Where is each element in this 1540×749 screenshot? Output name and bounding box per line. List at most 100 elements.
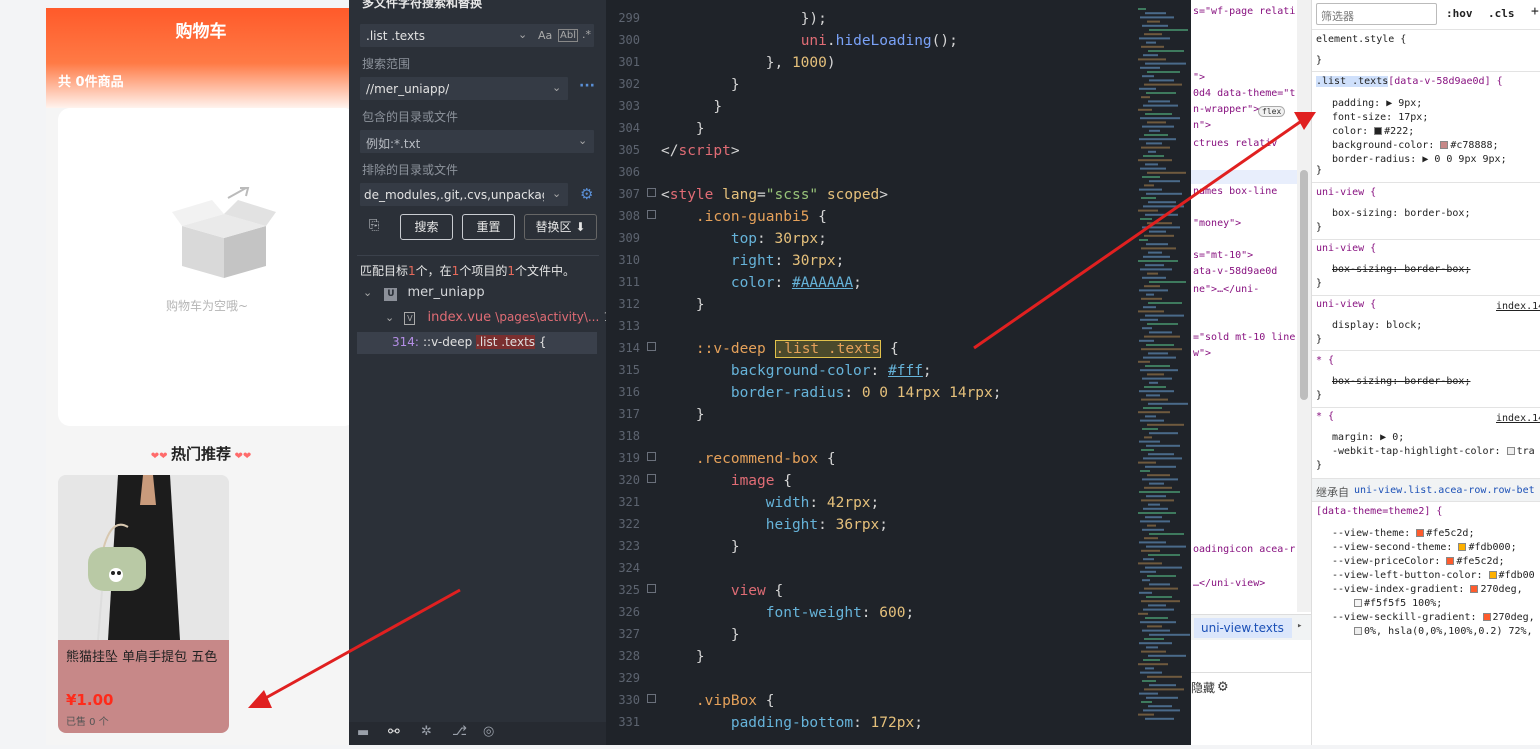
box-sizing-prop-overridden[interactable]: box-sizing: border-box; (1332, 376, 1470, 387)
folder-icon[interactable]: ▬ (357, 725, 369, 740)
css-variable[interactable]: 0%, hsla(0,0%,100%,0.2) 72%, (1332, 625, 1535, 639)
inherited-from-link[interactable]: uni-view.list.acea-row.row-bet (1354, 485, 1535, 496)
margin-prop[interactable]: margin: ▶ 0; (1332, 432, 1404, 443)
filter-input[interactable]: 筛选器 (1316, 3, 1437, 25)
flex-badge[interactable]: flex (1258, 106, 1286, 117)
regex-icon[interactable]: .* (582, 28, 591, 41)
styles-panel[interactable]: 筛选器 :hov .cls + element.style { } .list … (1311, 0, 1540, 745)
code-line[interactable]: 306 (606, 162, 1134, 184)
code-editor[interactable]: 299 }); 300 uni.hideLoading(); 301 }, 1000… (606, 0, 1134, 745)
tap-highlight-prop[interactable]: -webkit-tap-highlight-color: tra (1332, 446, 1535, 457)
code-line[interactable]: 325 view { (606, 580, 1134, 602)
color-swatch[interactable] (1374, 127, 1383, 135)
style-prop[interactable]: font-size: 17px; (1332, 111, 1507, 125)
hov-toggle[interactable]: :hov (1446, 7, 1473, 20)
style-prop[interactable]: padding: ▶ 9px; (1332, 97, 1507, 111)
code-line[interactable]: 328 } (606, 646, 1134, 668)
code-line[interactable]: 311 color: #AAAAAA; (606, 272, 1134, 294)
search-button[interactable]: 搜索 (400, 214, 453, 240)
bug-icon[interactable]: ✲ (421, 724, 432, 739)
product-card[interactable]: 熊猫挂坠 单肩手提包 五色 ¥1.00 已售 0 个 (58, 475, 229, 733)
dom-node-line[interactable]: n"> (1193, 120, 1211, 131)
uni-view-rule[interactable]: uni-view { (1316, 187, 1376, 198)
code-line[interactable]: 302 } (606, 74, 1134, 96)
color-swatch[interactable] (1506, 447, 1515, 455)
tree-file-node[interactable]: ⌄ V index.vue \pages\activity\... 1 (385, 310, 611, 328)
fold-icon[interactable] (647, 474, 656, 483)
code-line[interactable]: 316 border-radius: 0 0 14rpx 14rpx; (606, 382, 1134, 404)
dom-node-line[interactable]: n-wrapper"> (1193, 104, 1259, 115)
fold-icon[interactable] (647, 342, 656, 351)
matched-rule-selector[interactable]: .list .texts[data-v-58d9ae0d] { (1316, 76, 1503, 87)
code-line[interactable]: 318 (606, 426, 1134, 448)
plugin-icon[interactable]: ◎ (483, 724, 494, 739)
chevron-right-icon[interactable]: ▸ (1297, 621, 1302, 631)
cls-toggle[interactable]: .cls (1488, 7, 1515, 20)
dom-node-line[interactable]: s="mt-10"> (1193, 250, 1253, 261)
code-line[interactable]: 301 }, 1000) (606, 52, 1134, 74)
uni-view-rule[interactable]: uni-view { (1316, 243, 1376, 254)
code-line[interactable]: 320 image { (606, 470, 1134, 492)
code-line[interactable]: 327 } (606, 624, 1134, 646)
color-swatch[interactable] (1470, 585, 1479, 593)
replace-area-button[interactable]: 替换区 ⬇ (524, 214, 597, 240)
source-link[interactable]: index.14 (1496, 413, 1540, 424)
dom-node-line[interactable]: w"> (1193, 348, 1211, 359)
uni-view-rule[interactable]: uni-view { (1316, 299, 1376, 310)
color-swatch[interactable] (1482, 613, 1491, 621)
css-variable[interactable]: --view-theme: #fe5c2d; (1332, 527, 1535, 541)
code-line[interactable]: 314 ::v-deep .list .texts { (606, 338, 1134, 360)
color-swatch[interactable] (1354, 599, 1362, 607)
css-variable[interactable]: --view-second-theme: #fdb000; (1332, 541, 1535, 555)
code-line[interactable]: 319 .recommend-box { (606, 448, 1134, 470)
color-swatch[interactable] (1458, 543, 1467, 551)
style-prop[interactable]: border-radius: ▶ 0 0 9px 9px; (1332, 153, 1507, 167)
tree-project-node[interactable]: ⌄ U mer_uniapp (363, 285, 485, 303)
source-link[interactable]: index.14 (1496, 301, 1540, 312)
dom-node-line[interactable]: "money"> (1193, 218, 1241, 229)
match-result-row[interactable]: 314: ::v-deep .list .texts { (357, 332, 597, 354)
reset-button[interactable]: 重置 (462, 214, 515, 240)
minimap[interactable] (1134, 0, 1191, 745)
css-variable[interactable]: --view-priceColor: #fe5c2d; (1332, 555, 1535, 569)
code-line[interactable]: 315 background-color: #fff; (606, 360, 1134, 382)
code-line[interactable]: 330 .vipBox { (606, 690, 1134, 712)
fold-icon[interactable] (647, 584, 656, 593)
color-swatch[interactable] (1488, 571, 1497, 579)
color-swatch[interactable] (1440, 141, 1449, 149)
code-line[interactable]: 329 (606, 668, 1134, 690)
code-line[interactable]: 300 uni.hideLoading(); (606, 30, 1134, 52)
git-icon[interactable]: ⎇ (452, 724, 467, 739)
scrollbar-thumb[interactable] (1300, 170, 1308, 400)
code-line[interactable]: 307 <style lang="scss" scoped> (606, 184, 1134, 206)
fold-icon[interactable] (647, 694, 656, 703)
color-swatch[interactable] (1354, 627, 1362, 635)
whole-word-icon[interactable]: Abl (558, 29, 578, 42)
code-line[interactable]: 322 height: 36rpx; (606, 514, 1134, 536)
code-line[interactable]: 317 } (606, 404, 1134, 426)
fold-icon[interactable] (647, 452, 656, 461)
css-variable[interactable]: #f5f5f5 100%; (1332, 597, 1535, 611)
code-line[interactable]: 310 right: 30rpx; (606, 250, 1134, 272)
chevron-down-icon[interactable]: ⌄ (518, 28, 527, 41)
style-prop[interactable]: color: #222; (1332, 125, 1507, 139)
box-sizing-prop-overridden[interactable]: box-sizing: border-box; (1332, 264, 1470, 275)
dom-node-line[interactable]: oadingicon acea-r (1193, 544, 1295, 555)
universal-rule[interactable]: * { (1316, 355, 1334, 366)
universal-rule[interactable]: * { (1316, 411, 1334, 422)
dom-node-line[interactable]: ne">…</uni- (1193, 284, 1259, 295)
scope-select[interactable]: //mer_uniapp/ ⌄ (359, 76, 569, 101)
dom-node-line[interactable]: 0d4 data-theme="t (1193, 88, 1295, 99)
code-line[interactable]: 303 } (606, 96, 1134, 118)
css-variable[interactable]: --view-seckill-gradient: 270deg, (1332, 611, 1535, 625)
gear-icon[interactable]: ⚙ (580, 185, 593, 203)
exclude-input[interactable]: de_modules,.git,.cvs,unpackage ⌄ (359, 182, 569, 207)
include-input[interactable]: 例如:*.txt ⌄ (359, 129, 595, 154)
breadcrumb-item[interactable]: uni-view.texts (1194, 618, 1292, 638)
display-prop[interactable]: display: block; (1332, 320, 1422, 331)
fold-icon[interactable] (647, 188, 656, 197)
dom-node-line[interactable]: ctrues relativ (1193, 138, 1277, 149)
code-line[interactable]: 326 font-weight: 600; (606, 602, 1134, 624)
dom-node-line[interactable]: "> (1193, 72, 1205, 83)
color-swatch[interactable] (1446, 557, 1455, 565)
